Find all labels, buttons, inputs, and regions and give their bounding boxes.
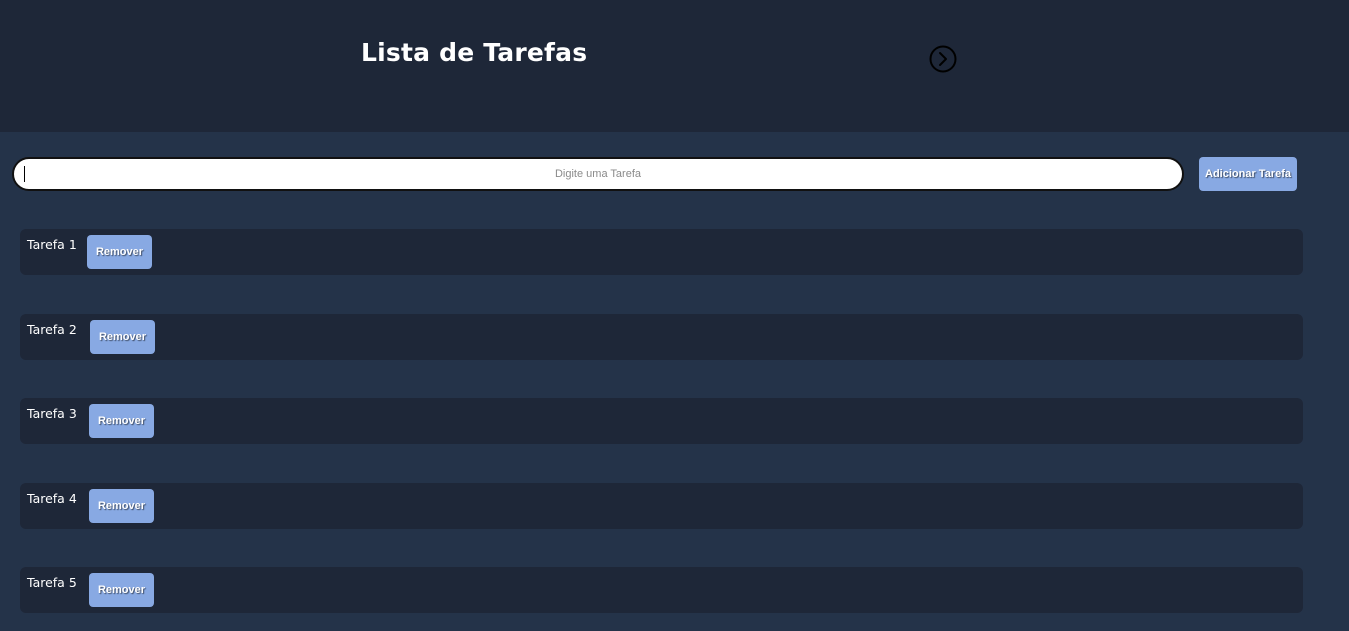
task-label: Tarefa 3 xyxy=(27,406,77,421)
task-label: Tarefa 4 xyxy=(27,491,77,506)
chevron-right-circle-icon[interactable] xyxy=(929,45,957,73)
remove-button[interactable]: Remover xyxy=(90,320,155,354)
remove-button[interactable]: Remover xyxy=(89,573,154,607)
header: Lista de Tarefas xyxy=(0,0,1349,132)
task-label: Tarefa 5 xyxy=(27,575,77,590)
remove-button[interactable]: Remover xyxy=(87,235,152,269)
task-input[interactable] xyxy=(12,157,1184,191)
remove-button[interactable]: Remover xyxy=(89,489,154,523)
task-label: Tarefa 1 xyxy=(27,237,77,252)
task-item: Tarefa 2 Remover xyxy=(20,314,1303,360)
task-item: Tarefa 1 Remover xyxy=(20,229,1303,275)
text-caret xyxy=(24,166,25,182)
task-label: Tarefa 2 xyxy=(27,322,77,337)
task-item: Tarefa 3 Remover xyxy=(20,398,1303,444)
add-task-button[interactable]: Adicionar Tarefa xyxy=(1199,157,1297,191)
remove-button[interactable]: Remover xyxy=(89,404,154,438)
page-title: Lista de Tarefas xyxy=(361,38,588,67)
task-item: Tarefa 5 Remover xyxy=(20,567,1303,613)
task-item: Tarefa 4 Remover xyxy=(20,483,1303,529)
